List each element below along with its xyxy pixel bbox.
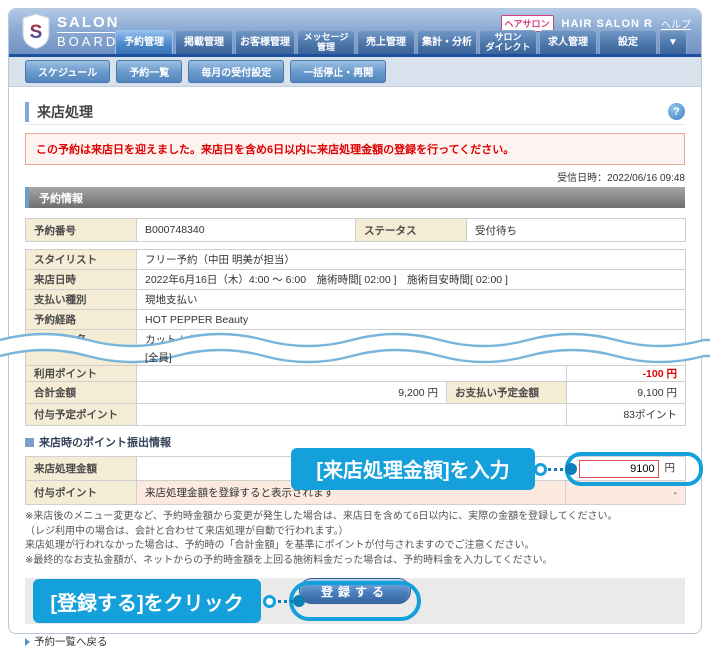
visit-datetime-label: 来店日時: [25, 269, 137, 290]
help-link[interactable]: ヘルプ: [661, 16, 691, 31]
subnav-bulk-stop-resume-button[interactable]: 一括停止・再開: [290, 60, 387, 83]
back-to-list-label: 予約一覧へ戻る: [34, 636, 108, 646]
logo-text-board: BOARD: [57, 33, 119, 49]
section-header-reservation-info: 予約情報: [25, 187, 685, 208]
planned-points-spacer: [136, 403, 567, 426]
table-row: クーポン名 カット＋カラー: [25, 329, 686, 350]
table-row-truncated: [全員]: [25, 349, 686, 366]
main-nav-tabs: 予約管理 掲載管理 お客様管理 メッセージ 管理 売上管理 集計・分析 サロン …: [115, 30, 687, 54]
svg-text:S: S: [30, 22, 43, 43]
back-to-list-link[interactable]: 予約一覧へ戻る: [25, 634, 685, 646]
footnote-line: 来店処理が行われなかった場合は、予約時の「合計金額」を基準にポイントが付与されま…: [25, 540, 535, 551]
table-row: スタイリスト フリー予約（中田 明美が担当）: [25, 249, 686, 270]
table-row: 利用ポイント -100 円: [25, 365, 686, 382]
callout-dotted-line: [278, 600, 293, 603]
status-badge: 受付待ち: [466, 218, 686, 242]
planned-points-value: 83ポイント: [566, 403, 686, 426]
currency-unit-label: 円: [664, 462, 676, 475]
points-used-spacer: [136, 365, 567, 382]
visit-datetime-value: 2022年6月16日（木）4:00 ～ 6:00 施術時間[ 02:00 ] 施…: [136, 269, 686, 290]
truncated-row-label: [25, 349, 137, 366]
page-title: 来店処理: [25, 101, 93, 122]
tab-reservation-management[interactable]: 予約管理: [115, 30, 173, 54]
button-callout: [登録する]をクリック: [33, 579, 261, 623]
table-row: 付与予定ポイント 83ポイント: [25, 403, 686, 426]
footnote-line: ※来店後のメニュー変更など、予約時金額から変更が発生した場合は、来店日を含めて6…: [25, 511, 618, 522]
tab-customer-management[interactable]: お客様管理: [235, 30, 295, 54]
section-title-text: 来店時のポイント振出情報: [39, 437, 171, 449]
more-tabs-button[interactable]: ▼: [659, 30, 687, 54]
reservation-detail-table: スタイリスト フリー予約（中田 明美が担当） 来店日時 2022年6月16日（木…: [25, 249, 686, 426]
table-row: 合計金額 9,200 円 お支払い予定金額 9,100 円: [25, 381, 686, 404]
points-used-label: 利用ポイント: [25, 365, 137, 382]
total-amount-label: 合計金額: [25, 381, 137, 404]
truncated-row-value: [全員]: [136, 349, 686, 366]
input-callout: [来店処理金額]を入力: [291, 447, 536, 490]
grant-points-label: 付与ポイント: [25, 480, 137, 505]
coupon-name-label: クーポン名: [25, 329, 137, 350]
received-datetime: 受信日時：2022/06/16 09:48: [557, 173, 685, 184]
subnav-monthly-setting-button[interactable]: 毎月の受付設定: [188, 60, 285, 83]
processing-amount-cell: 円 [来店処理金額]を入力: [135, 447, 704, 490]
table-row: 予約番号 B000748340 ステータス 受付待ち: [25, 218, 686, 242]
salon-board-logo: S SALON BOARD: [21, 13, 120, 49]
app-window: S SALON BOARD ヘアサロン HAIR SALON R ヘルプ 予約管…: [8, 8, 704, 646]
grant-points-value: -: [564, 480, 687, 505]
sub-nav: スケジュール 予約一覧 毎月の受付設定 一括停止・再開: [9, 57, 701, 87]
payment-type-label: 支払い種別: [25, 289, 137, 310]
callout-chain-ring-icon: [534, 462, 548, 476]
footnotes: ※来店後のメニュー変更など、予約時金額から変更が発生した場合は、来店日を含めて6…: [25, 510, 685, 568]
points-used-value: -100 円: [566, 365, 686, 382]
table-row: 来店日時 2022年6月16日（木）4:00 ～ 6:00 施術時間[ 02:0…: [25, 269, 686, 290]
table-row: 来店処理金額 円 [来店処理金額]を入力: [25, 447, 704, 490]
processing-amount-input[interactable]: [578, 459, 659, 478]
help-icon[interactable]: ?: [668, 103, 685, 120]
stylist-value: フリー予約（中田 明美が担当）: [136, 249, 686, 270]
booking-route-label: 予約経路: [25, 309, 137, 330]
footnote-line: （レジ利用中の場合は、会計と合わせて来店処理が自動で行われます。）: [25, 525, 349, 537]
callout-chain-dot-icon: [293, 595, 305, 607]
callout-chain-ring-icon: [263, 595, 276, 608]
salon-name: HAIR SALON R: [561, 17, 653, 30]
subnav-schedule-button[interactable]: スケジュール: [25, 60, 111, 83]
tab-settings[interactable]: 設定: [599, 30, 657, 54]
section-bullet-icon: [25, 437, 34, 447]
tab-salon-direct[interactable]: サロン ダイレクト: [479, 30, 537, 54]
reservation-number-table: 予約番号 B000748340 ステータス 受付待ち: [25, 218, 686, 242]
planned-points-label: 付与予定ポイント: [25, 403, 137, 426]
planned-payment-label: お支払い予定金額: [446, 381, 567, 404]
booking-route-value: HOT PEPPER Beauty: [136, 309, 686, 330]
planned-payment-value: 9,100 円: [566, 381, 686, 404]
status-label: ステータス: [355, 218, 467, 242]
right-arrow-icon: [25, 637, 30, 646]
header: S SALON BOARD ヘアサロン HAIR SALON R ヘルプ 予約管…: [9, 9, 701, 57]
footnote-line: ※最終的なお支払金額が、ネットからの予約時金額を上回る施術料金だった場合は、予約…: [25, 554, 553, 566]
tab-sales-management[interactable]: 売上管理: [357, 30, 415, 54]
logo-shield-icon: S: [22, 13, 50, 49]
table-row: 予約経路 HOT PEPPER Beauty: [25, 309, 686, 330]
reservation-no-value: B000748340: [136, 218, 356, 242]
subnav-reservation-list-button[interactable]: 予約一覧: [116, 60, 183, 83]
logo-text-salon: SALON: [57, 13, 120, 33]
stylist-label: スタイリスト: [25, 249, 137, 270]
callout-chain-dot-icon: [565, 462, 578, 475]
tab-listing-management[interactable]: 掲載管理: [175, 30, 233, 54]
table-row: 支払い種別 現地支払い: [25, 289, 686, 310]
processing-amount-label: 来店処理金額: [25, 456, 137, 481]
visit-processing-table: 来店処理金額 円 [来店処理金額]を入力 付与ポイント 来店処理金額を登録すると…: [25, 447, 704, 505]
tab-message-management[interactable]: メッセージ 管理: [297, 30, 355, 54]
tab-analytics[interactable]: 集計・分析: [417, 30, 477, 54]
total-amount-value: 9,200 円: [136, 381, 447, 404]
submit-bar: 登録する [登録する]をクリック: [25, 578, 685, 624]
reservation-no-label: 予約番号: [25, 218, 137, 242]
register-button[interactable]: 登録する: [299, 578, 411, 604]
deadline-alert: この予約は来店日を迎えました。来店日を含め6日以内に来店処理金額の登録を行ってく…: [25, 133, 685, 165]
coupon-name-value: カット＋カラー: [136, 329, 686, 350]
payment-type-value: 現地支払い: [136, 289, 686, 310]
tab-recruiting[interactable]: 求人管理: [539, 30, 597, 54]
callout-dotted-line: [548, 467, 564, 471]
